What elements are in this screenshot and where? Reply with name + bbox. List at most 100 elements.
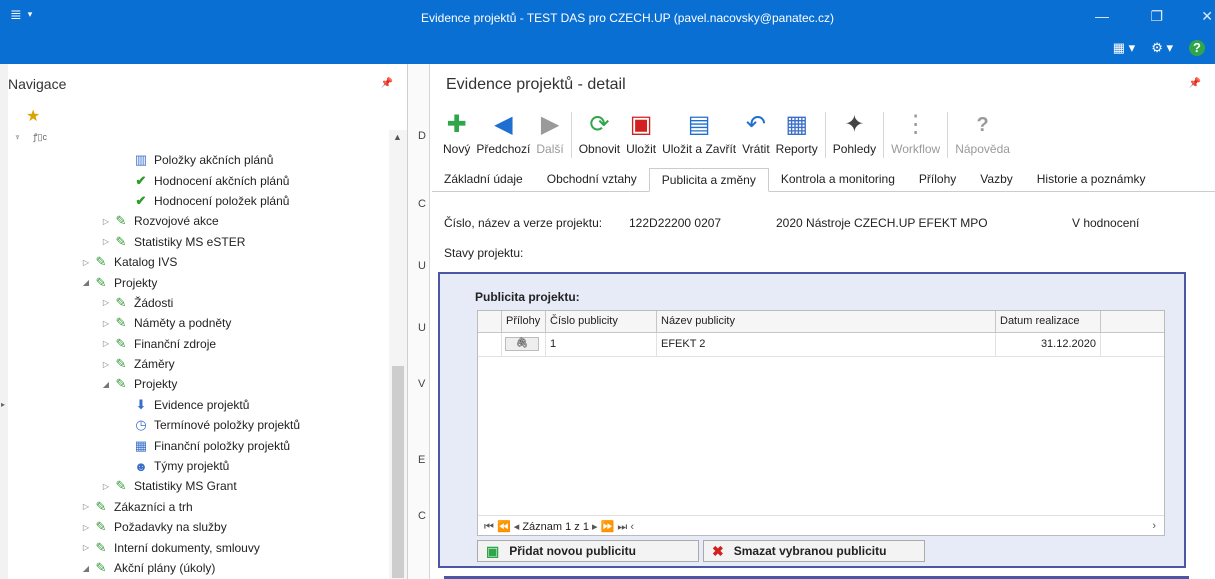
expand-arrow-icon[interactable]: ▷ (80, 523, 92, 532)
tree-item[interactable]: ◢ ✎ Projekty (8, 374, 388, 394)
collapsed-panel-strip[interactable]: D C U U V E C (408, 64, 430, 579)
expand-arrow-icon[interactable]: ▷ (100, 482, 112, 491)
tab-6[interactable]: Historie a poznámky (1025, 168, 1158, 191)
tab-4[interactable]: Přílohy (907, 168, 968, 191)
scroll-left-icon[interactable]: ‹ (630, 521, 634, 533)
expand-arrow-icon[interactable]: ▷ (80, 502, 92, 511)
tree-item[interactable]: ▷ ✎ Žádosti (8, 293, 388, 313)
scroll-up-icon[interactable]: ▲ (393, 132, 402, 142)
stack-icon: ⬇ (135, 396, 147, 412)
pin-icon[interactable]: 📌 (381, 78, 393, 89)
gear-icon[interactable]: ⚙ ▾ (1151, 40, 1173, 56)
col-header-prilohy[interactable]: Přílohy (502, 311, 546, 332)
tree-item[interactable]: ▷ ✎ Rozvojové akce (8, 211, 388, 231)
record-counter: Záznam 1 z 1 (522, 521, 589, 533)
expand-arrow-icon[interactable]: ▸ (1, 400, 5, 409)
tree-item[interactable]: ◢ ✎ Akční plány (úkoly) (8, 558, 388, 578)
nav-scrollbar[interactable]: ▲ (389, 130, 407, 579)
prev-record-icon[interactable]: ◂ (514, 521, 520, 533)
next-record-icon[interactable]: ▸ (592, 521, 598, 533)
favorites-star-icon[interactable]: ★ (8, 106, 407, 128)
pin-icon: ✎ (95, 539, 107, 555)
expand-arrow-icon[interactable]: ▷ (100, 298, 112, 307)
tree-item[interactable]: ☻ Týmy projektů (8, 456, 388, 476)
expand-arrow-icon[interactable]: ▷ (100, 339, 112, 348)
expand-arrow-icon[interactable]: ▷ (80, 258, 92, 267)
toolbar-button-7[interactable]: ▦ Reporty (773, 108, 821, 164)
layout-menu-icon[interactable]: ▦ ▾ (1113, 40, 1135, 56)
col-header-cislo[interactable]: Číslo publicity (546, 311, 657, 332)
tree-item[interactable]: ▷ ✎ Statistiky MS Grant (8, 476, 388, 496)
window-title: Evidence projektů - TEST DAS pro CZECH.U… (420, 11, 834, 25)
tab-0[interactable]: Základní údaje (432, 168, 535, 191)
toolbar-button-10[interactable]: ? Nápověda (952, 108, 1013, 164)
collapse-arrow-icon[interactable]: ◢ (100, 380, 112, 389)
minimize-icon[interactable]: — (1095, 8, 1109, 24)
pin-icon[interactable]: 📌 (1189, 78, 1201, 89)
tree-item[interactable]: ▷ ✎ Požadavky na služby (8, 517, 388, 537)
tree-item[interactable]: ◷ Termínové položky projektů (8, 415, 388, 435)
tree-item[interactable]: ▦ Finanční položky projektů (8, 435, 388, 455)
tree-item[interactable]: ✔ Hodnocení položek plánů (8, 191, 388, 211)
attachment-cell[interactable]: 🖇 (502, 333, 546, 356)
collapse-arrow-icon[interactable]: ◢ (80, 278, 92, 287)
tab-3[interactable]: Kontrola a monitoring (769, 168, 907, 191)
expand-arrow-icon[interactable]: ▷ (100, 217, 112, 226)
next-page-icon[interactable]: ⏩ (601, 521, 615, 533)
pin-icon: ✎ (115, 213, 127, 229)
prev-page-icon[interactable]: ⏪ (497, 521, 511, 533)
pin-icon: ✎ (95, 498, 107, 514)
add-record-icon: ▣ (486, 542, 500, 559)
tree-item[interactable]: ▷ ✎ Finanční zdroje (8, 334, 388, 354)
expand-arrow-icon[interactable]: ▷ (100, 319, 112, 328)
toolbar-button-label: Workflow (891, 142, 941, 156)
tree-item[interactable]: ✔ Hodnocení akčních plánů (8, 170, 388, 190)
tree-item[interactable]: ▥ Položky akčních plánů (8, 150, 388, 170)
tab-2[interactable]: Publicita a změny (648, 168, 769, 192)
pin-icon: ✎ (115, 335, 127, 351)
expand-arrow-icon[interactable]: ▷ (100, 237, 112, 246)
toolbar-button-9[interactable]: ⋮ Workflow (888, 108, 943, 164)
toolbar-button-2[interactable]: ▶ Další (533, 108, 566, 164)
tab-1[interactable]: Obchodní vztahy (535, 168, 649, 191)
tree-item[interactable]: ◢ ✎ Projekty (8, 272, 388, 292)
nav-collapse-strip[interactable]: ▸ (0, 64, 8, 579)
paperclip-icon[interactable]: 🖇 (505, 337, 539, 351)
scroll-thumb[interactable] (392, 366, 404, 578)
restore-icon[interactable]: ❐ (1150, 8, 1163, 25)
tree-item[interactable]: ▷ ✎ Statistiky MS eSTER (8, 232, 388, 252)
toolbar-button-1[interactable]: ◀ Předchozí (473, 108, 533, 164)
tab-bar: Základní údaje Obchodní vztahy Publicita a… (432, 168, 1215, 192)
expand-arrow-icon[interactable]: ▷ (100, 360, 112, 369)
tree-item[interactable]: ▷ ✎ Náměty a podněty (8, 313, 388, 333)
add-publicity-button[interactable]: ▣ Přidat novou publicitu (477, 540, 699, 562)
toolbar-button-0[interactable]: ✚ Nový (440, 108, 473, 164)
filter-icon[interactable]: ♆ (14, 132, 21, 142)
toolbar-button-8[interactable]: ✦ Pohledy (830, 108, 879, 164)
toolbar-separator (570, 112, 572, 158)
tree-item[interactable]: ▷ ✎ Katalog IVS (8, 252, 388, 272)
table-row[interactable]: 🖇 1 EFEKT 2 31.12.2020 (478, 333, 1164, 357)
tree-item[interactable]: ▷ ✎ Zákazníci a trh (8, 497, 388, 517)
tree-item[interactable]: ⬇ Evidence projektů (8, 395, 388, 415)
collapse-arrow-icon[interactable]: ◢ (80, 564, 92, 573)
close-icon[interactable]: ✕ (1201, 8, 1213, 25)
delete-publicity-button[interactable]: ✖ Smazat vybranou publicitu (703, 540, 925, 562)
col-header-datum[interactable]: Datum realizace (996, 311, 1101, 332)
toolbar-button-4[interactable]: ▣ Uložit (623, 108, 659, 164)
first-record-icon[interactable]: ⏮ (484, 521, 494, 533)
col-header-nazev[interactable]: Název publicity (657, 311, 996, 332)
help-icon[interactable]: ? (1189, 40, 1205, 56)
tree-item-label: Projekty (134, 377, 178, 392)
expand-arrow-icon[interactable]: ▷ (80, 543, 92, 552)
toolbar-button-6[interactable]: ↶ Vrátit (739, 108, 773, 164)
tab-5[interactable]: Vazby (968, 168, 1024, 191)
tree-item[interactable]: ▷ ✎ Interní dokumenty, smlouvy (8, 537, 388, 557)
scroll-right-icon[interactable]: › (1152, 520, 1156, 532)
tree-item-label: Interní dokumenty, smlouvy (114, 540, 260, 555)
tree-item[interactable]: ▷ ✎ Záměry (8, 354, 388, 374)
toolbar-button-5[interactable]: ▤ Uložit a Zavřít (659, 108, 739, 164)
toolbar-button-3[interactable]: ⟳ Obnovit (576, 108, 623, 164)
last-record-icon[interactable]: ⏭ (617, 521, 627, 533)
tree-item-label: Zákazníci a trh (114, 499, 193, 514)
